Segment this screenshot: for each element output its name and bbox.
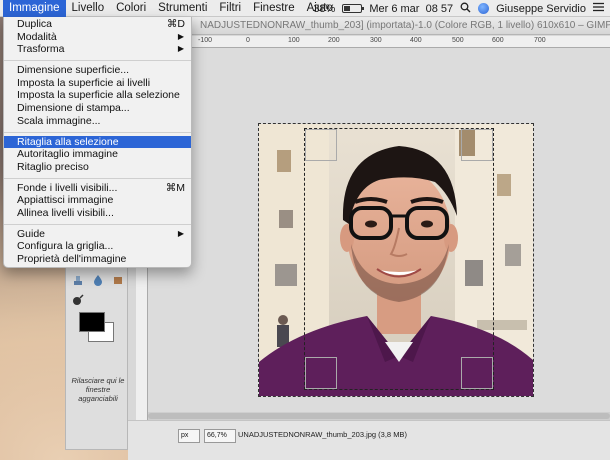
- foreground-color-swatch-top[interactable]: [79, 312, 105, 332]
- menu-item-label: Ritaglia alla selezione: [17, 135, 119, 148]
- menu-item-label: Dimensione di stampa...: [17, 102, 130, 115]
- search-icon[interactable]: [460, 2, 471, 16]
- smudge-tool-icon[interactable]: [112, 274, 124, 286]
- menu-item-scala-immagine[interactable]: Scala immagine...: [4, 115, 191, 128]
- drop-tool-icon[interactable]: [92, 274, 104, 286]
- menu-item-label: Dimensione superficie...: [17, 64, 130, 77]
- menu-item-allinea-livelli-visibili[interactable]: Allinea livelli visibili...: [4, 207, 191, 220]
- dock-drop-hint: Rilasciare qui le finestre agganciabili: [71, 376, 125, 403]
- ruler-tick: 300: [370, 37, 382, 44]
- bucket-tool-icon[interactable]: [72, 294, 84, 306]
- menu-item-label: Imposta la superficie alla selezione: [17, 89, 180, 102]
- menu-separator: [4, 131, 191, 133]
- menu-item-label: Autoritaglio immagine: [17, 148, 118, 161]
- submenu-arrow-icon: ▶: [177, 44, 184, 54]
- menu-item-appiattisci-immagine[interactable]: Appiattisci immagine: [4, 194, 191, 207]
- menu-item-trasforma[interactable]: Trasforma ▶: [4, 43, 191, 56]
- menu-filtri[interactable]: Filtri: [213, 0, 247, 17]
- menu-item-label: Fonde i livelli visibili...: [17, 181, 118, 194]
- menu-bar: Immagine Livello Colori Strumenti Filtri…: [0, 0, 610, 17]
- menu-item-label: Scala immagine...: [17, 114, 101, 127]
- window-title: NADJUSTEDNONRAW_thumb_203] (importata)-1…: [128, 17, 610, 35]
- menu-strumenti[interactable]: Strumenti: [152, 0, 213, 17]
- menu-item-dimensione-di-stampa[interactable]: Dimensione di stampa...: [4, 102, 191, 115]
- menu-livello[interactable]: Livello: [66, 0, 111, 17]
- canvas-area[interactable]: [148, 48, 610, 430]
- menu-item-label: Allinea livelli visibili...: [17, 206, 114, 219]
- menu-separator: [4, 177, 191, 179]
- menu-item-label: Ritaglio preciso: [17, 160, 89, 173]
- menu-item-label: Duplica: [17, 18, 53, 30]
- menu-item-superficie-alla-selezione[interactable]: Imposta la superficie alla selezione: [4, 89, 191, 102]
- menu-item-label: Configura la griglia...: [17, 240, 114, 253]
- user-avatar-icon: [478, 3, 490, 14]
- menu-item-ritaglia-alla-selezione[interactable]: Ritaglia alla selezione: [4, 135, 191, 149]
- clock[interactable]: Mer 6 mar 08 57: [369, 3, 453, 15]
- menu-shortcut: ⌘M: [165, 181, 185, 194]
- menu-item-dimensione-superficie[interactable]: Dimensione superficie...: [4, 64, 191, 77]
- menu-item-superficie-ai-livelli[interactable]: Imposta la superficie ai livelli: [4, 77, 191, 90]
- scrollbar-thumb[interactable]: [148, 413, 610, 419]
- status-menus: 38% Mer 6 mar 08 57 Giuseppe Servidio: [313, 0, 610, 17]
- menu-item-label: Trasforma: [17, 43, 65, 56]
- file-info: UNADJUSTEDNONRAW_thumb_203.jpg (3,8 MB): [238, 430, 407, 439]
- unit-select[interactable]: px: [178, 429, 200, 443]
- ruler-tick: 600: [492, 37, 504, 44]
- horizontal-ruler[interactable]: -100 0 100 200 300 400 500 600 700: [148, 36, 610, 48]
- ruler-tick: 100: [288, 37, 300, 44]
- ruler-tick: 400: [410, 37, 422, 44]
- toolbox-dock: Rilasciare qui le finestre agganciabili: [65, 255, 128, 450]
- status-bar: px 66,7% UNADJUSTEDNONRAW_thumb_203.jpg …: [128, 420, 610, 460]
- submenu-arrow-icon: ▶: [177, 31, 184, 41]
- battery-percent: 38%: [313, 2, 336, 15]
- menu-lines-icon[interactable]: [593, 2, 604, 15]
- menu-item-label: Imposta la superficie ai livelli: [17, 76, 151, 89]
- immagine-dropdown-menu: Duplica ⌘D Modalità ▶ Trasforma ▶ Dimens…: [3, 17, 192, 268]
- menu-item-duplica[interactable]: Duplica ⌘D: [4, 18, 191, 31]
- menu-colori[interactable]: Colori: [110, 0, 152, 17]
- user-name[interactable]: Giuseppe Servidio: [496, 3, 586, 15]
- menu-item-ritaglio-preciso[interactable]: Ritaglio preciso: [4, 161, 191, 174]
- menu-item-label: Modalità: [17, 30, 57, 43]
- menu-shortcut: ⌘D: [166, 18, 185, 30]
- menu-item-label: Guide: [17, 227, 46, 240]
- menu-separator: [4, 223, 191, 225]
- gimp-image-window: NADJUSTEDNONRAW_thumb_203] (importata)-1…: [128, 17, 610, 460]
- menu-immagine[interactable]: Immagine: [3, 0, 66, 17]
- ruler-tick: 700: [534, 37, 546, 44]
- menu-item-configura-griglia[interactable]: Configura la griglia...: [4, 240, 191, 253]
- selection-handle-bottom-right[interactable]: [461, 357, 493, 389]
- menu-item-fonde-livelli-visibili[interactable]: Fonde i livelli visibili... ⌘M: [4, 182, 191, 195]
- ruler-tick: 0: [246, 37, 250, 44]
- menu-finestre[interactable]: Finestre: [247, 0, 301, 17]
- ruler-tick: -100: [198, 37, 213, 44]
- menu-item-label: Proprietà dell'immagine: [17, 253, 127, 265]
- selection-rectangle[interactable]: [304, 128, 494, 390]
- selection-handle-bottom-left[interactable]: [305, 357, 337, 389]
- battery-fill: [344, 6, 351, 11]
- menu-item-autoritaglio-immagine[interactable]: Autoritaglio immagine: [4, 148, 191, 161]
- menu-item-label: Appiattisci immagine: [17, 194, 114, 207]
- zoom-select[interactable]: 66,7%: [204, 429, 236, 443]
- submenu-arrow-icon: ▶: [177, 228, 184, 238]
- battery-icon[interactable]: [342, 4, 365, 13]
- stamp-tool-icon[interactable]: [72, 274, 84, 286]
- ruler-tick: 500: [452, 37, 464, 44]
- horizontal-scrollbar[interactable]: [148, 412, 610, 420]
- menu-item-proprieta-immagine[interactable]: Proprietà dell'immagine: [4, 253, 191, 266]
- selection-handle-top-left[interactable]: [305, 129, 337, 161]
- selection-handle-top-right[interactable]: [461, 129, 493, 161]
- menu-separator: [4, 60, 191, 62]
- ruler-tick: 200: [328, 37, 340, 44]
- menu-item-guide[interactable]: Guide ▶: [4, 228, 191, 241]
- menu-item-modalita[interactable]: Modalità ▶: [4, 31, 191, 44]
